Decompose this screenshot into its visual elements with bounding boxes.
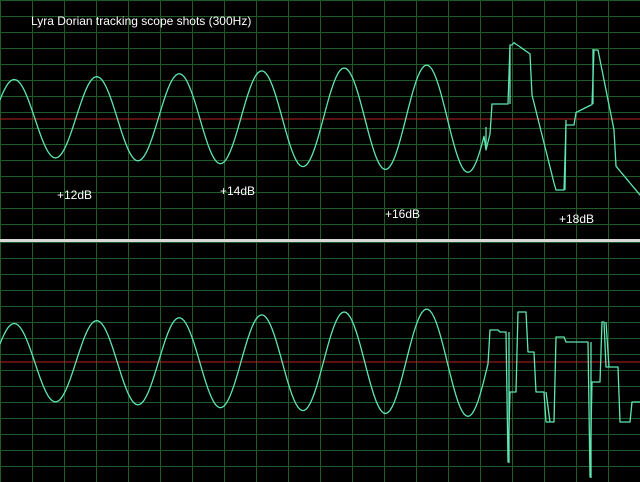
trace-segment [545,391,551,423]
gain-label-12db: +12dB [57,188,93,202]
gain-label-14db: +14dB [220,184,256,198]
bottom-scope-chart [0,242,640,482]
bottom-scope-pane [0,242,640,482]
top-scope-chart [0,0,640,240]
gain-label-18db: +18dB [559,212,595,226]
scope-window: Lyra Dorian tracking scope shots (300Hz)… [0,0,640,482]
trace-step [564,119,567,191]
top-scope-pane [0,0,640,240]
window-title: Lyra Dorian tracking scope shots (300Hz) [31,14,252,28]
gain-label-16db: +16dB [385,207,421,221]
